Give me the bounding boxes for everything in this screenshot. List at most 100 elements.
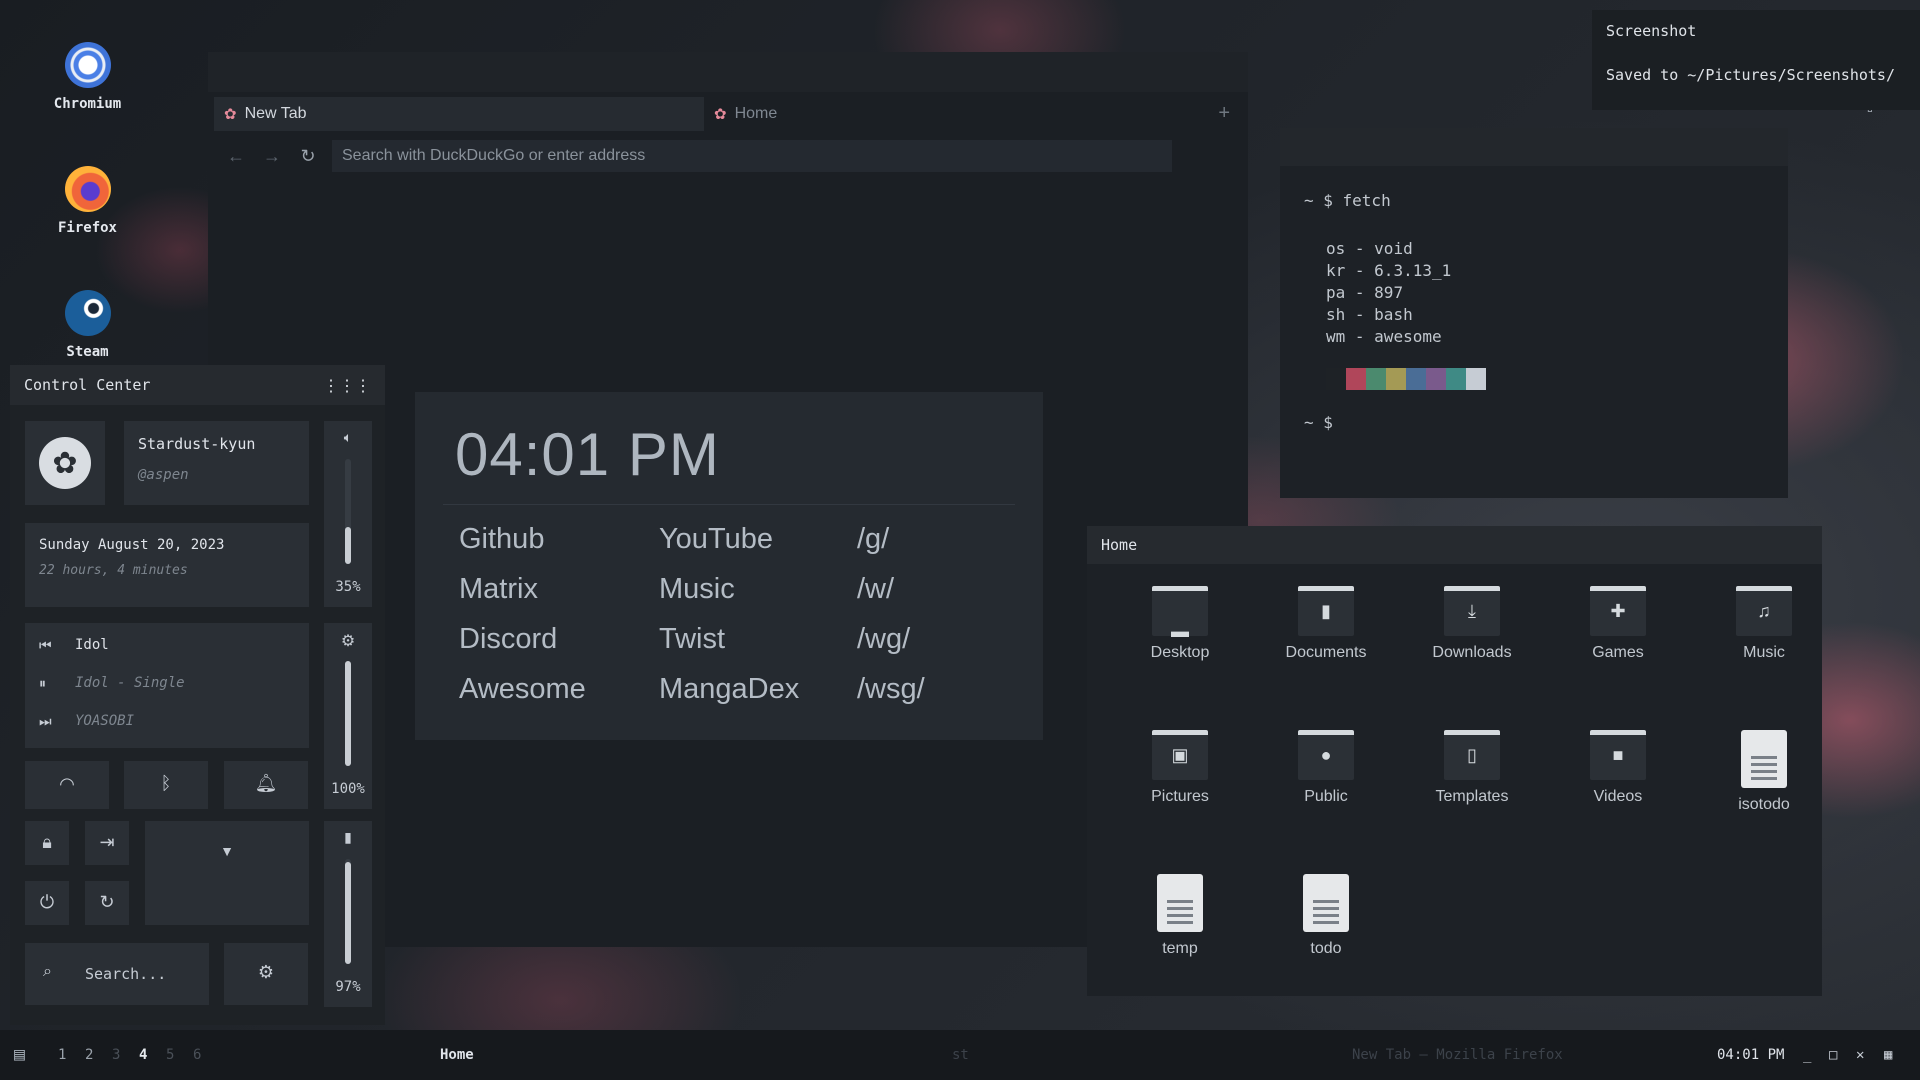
maximize-icon[interactable]: □ <box>1829 1047 1837 1063</box>
fetch-key: os <box>1326 239 1346 258</box>
music-player: ⏮ Idol ⏸ Idol - Single ⏭ YOASOBI <box>25 623 309 748</box>
brightness-level <box>345 661 351 766</box>
battery-percent: 97% <box>335 979 361 995</box>
wifi-icon: ◠ <box>59 774 75 794</box>
desktop-shortcut-steam[interactable]: Steam <box>40 290 135 360</box>
bookmark-link[interactable]: /wsg/ <box>857 670 1037 708</box>
apps-grid-icon[interactable]: ⋮⋮⋮ <box>323 376 371 395</box>
layout-grid-icon[interactable]: ▦ <box>1884 1047 1892 1063</box>
bookmark-link[interactable]: Twist <box>659 620 857 658</box>
tab-new-tab[interactable]: ✿ New Tab <box>214 97 704 131</box>
task-firefox[interactable]: New Tab — Mozilla Firefox <box>1352 1047 1563 1063</box>
brightness-slider[interactable] <box>345 661 351 766</box>
workspace-6[interactable]: 6 <box>193 1047 201 1063</box>
file-label: Public <box>1304 788 1348 805</box>
fetch-key: kr <box>1326 261 1346 280</box>
volume-slider[interactable] <box>345 459 351 564</box>
file-label: Videos <box>1593 788 1643 805</box>
layout-icon[interactable]: ▤ <box>14 1044 25 1065</box>
minimize-icon[interactable]: _ <box>1803 1047 1811 1063</box>
bookmark-link[interactable]: Discord <box>459 620 659 658</box>
bookmark-link[interactable]: YouTube <box>659 520 857 558</box>
task-home[interactable]: Home <box>440 1047 474 1063</box>
pictures-folder-icon: ▣ <box>1152 730 1208 780</box>
file-todo[interactable]: todo <box>1253 874 1399 1018</box>
folder-templates[interactable]: ▯ Templates <box>1399 730 1545 874</box>
firefox-icon <box>64 166 111 212</box>
bell-icon: 🔔︎ <box>254 773 278 793</box>
folder-desktop[interactable]: ▬ Desktop <box>1107 586 1253 730</box>
notifications-toggle[interactable]: 🔔︎ <box>224 761 308 809</box>
bookmark-link[interactable]: /wg/ <box>857 620 1037 658</box>
file-isotodo[interactable]: isotodo <box>1691 730 1837 874</box>
desktop-shortcut-label: Firefox <box>57 220 117 236</box>
workspace-2[interactable]: 2 <box>85 1047 93 1063</box>
bookmark-link[interactable]: Awesome <box>459 670 659 708</box>
desktop-shortcut-chromium[interactable]: Chromium <box>40 42 135 112</box>
user-card: Stardust-kyun @aspen <box>124 421 309 505</box>
folder-music[interactable]: ♫ Music <box>1691 586 1837 730</box>
reload-icon[interactable]: ↻ <box>290 146 326 167</box>
bookmark-link[interactable]: /w/ <box>857 570 1037 608</box>
folder-pictures[interactable]: ▣ Pictures <box>1107 730 1253 874</box>
power-icon: ⏻ <box>39 892 55 912</box>
bookmark-link[interactable]: /g/ <box>857 520 1037 558</box>
workspace-5[interactable]: 5 <box>166 1047 174 1063</box>
folder-downloads[interactable]: ⤓ Downloads <box>1399 586 1545 730</box>
file-label: Pictures <box>1151 788 1209 805</box>
workspace-1[interactable]: 1 <box>58 1047 66 1063</box>
pause-icon[interactable]: ⏸ <box>39 675 46 692</box>
bookmark-link[interactable]: MangaDex <box>659 670 857 708</box>
forward-arrow-icon[interactable]: → <box>254 146 290 167</box>
address-bar[interactable]: Search with DuckDuckGo or enter address <box>332 140 1172 172</box>
next-track-icon[interactable]: ⏭ <box>39 713 52 730</box>
previous-track-icon[interactable]: ⏮ <box>39 637 52 654</box>
screenshot-notification[interactable]: Screenshot Saved to ~/Pictures/Screensho… <box>1592 10 1920 110</box>
steam-icon <box>64 290 111 336</box>
search-box[interactable]: ⌕ Search... <box>25 943 209 1005</box>
folder-videos[interactable]: ■ Videos <box>1545 730 1691 874</box>
desktop-shortcut-firefox[interactable]: Firefox <box>40 166 135 236</box>
user-handle: @aspen <box>138 467 189 483</box>
track-artist: YOASOBI <box>75 713 135 729</box>
file-label: Documents <box>1285 644 1367 661</box>
folder-games[interactable]: ✚ Games <box>1545 586 1691 730</box>
back-arrow-icon[interactable]: ← <box>218 146 254 167</box>
browser-titlebar[interactable] <box>208 52 1248 92</box>
folder-documents[interactable]: ▮ Documents <box>1253 586 1399 730</box>
task-terminal[interactable]: st <box>952 1047 969 1063</box>
gear-icon: ⚙ <box>257 962 275 982</box>
folder-public[interactable]: ● Public <box>1253 730 1399 874</box>
lock-button[interactable]: 🔒︎ <box>25 821 69 865</box>
bookmark-link[interactable]: Music <box>659 570 857 608</box>
logout-button[interactable]: ⇥ <box>85 821 129 865</box>
restart-button[interactable]: ↻ <box>85 881 129 925</box>
bookmark-link[interactable]: Matrix <box>459 570 659 608</box>
tab-label: New Tab <box>244 105 307 122</box>
battery-level <box>345 862 351 964</box>
taskbar-clock: 04:01 PM <box>1717 1047 1785 1063</box>
bookmark-link[interactable]: Github <box>459 520 659 558</box>
workspace-4[interactable]: 4 <box>139 1047 147 1063</box>
terminal-titlebar[interactable] <box>1280 128 1788 166</box>
power-button[interactable]: ⏻ <box>25 881 69 925</box>
speaker-icon: 🔈︎ <box>343 429 353 445</box>
terminal-prompt: ~ $ <box>1304 413 1333 432</box>
volume-percent: 35% <box>335 579 361 595</box>
tab-home[interactable]: ✿ Home <box>704 97 1104 131</box>
user-name: Stardust-kyun <box>138 435 256 453</box>
workspace-3[interactable]: 3 <box>112 1047 120 1063</box>
navigation-bar: ← → ↻ Search with DuckDuckGo or enter ad… <box>208 136 1248 176</box>
settings-button[interactable]: ⚙ <box>224 943 308 1005</box>
terminal-window[interactable]: ~ $ fetch os - void kr - 6.3.13_1 pa - 8… <box>1280 128 1788 498</box>
fetch-value: 6.3.13_1 <box>1374 261 1452 280</box>
control-center-header: Control Center ⋮⋮⋮ <box>10 365 385 405</box>
bluetooth-toggle[interactable]: ᛒ <box>124 761 208 809</box>
wifi-toggle[interactable]: ◠ <box>25 761 109 809</box>
flower-icon: ✿ <box>714 106 727 123</box>
documents-folder-icon: ▮ <box>1298 586 1354 636</box>
file-temp[interactable]: temp <box>1107 874 1253 1018</box>
flower-icon: ✿ <box>224 106 237 123</box>
close-icon[interactable]: ✕ <box>1856 1047 1864 1063</box>
new-tab-button[interactable]: + <box>1218 102 1230 125</box>
